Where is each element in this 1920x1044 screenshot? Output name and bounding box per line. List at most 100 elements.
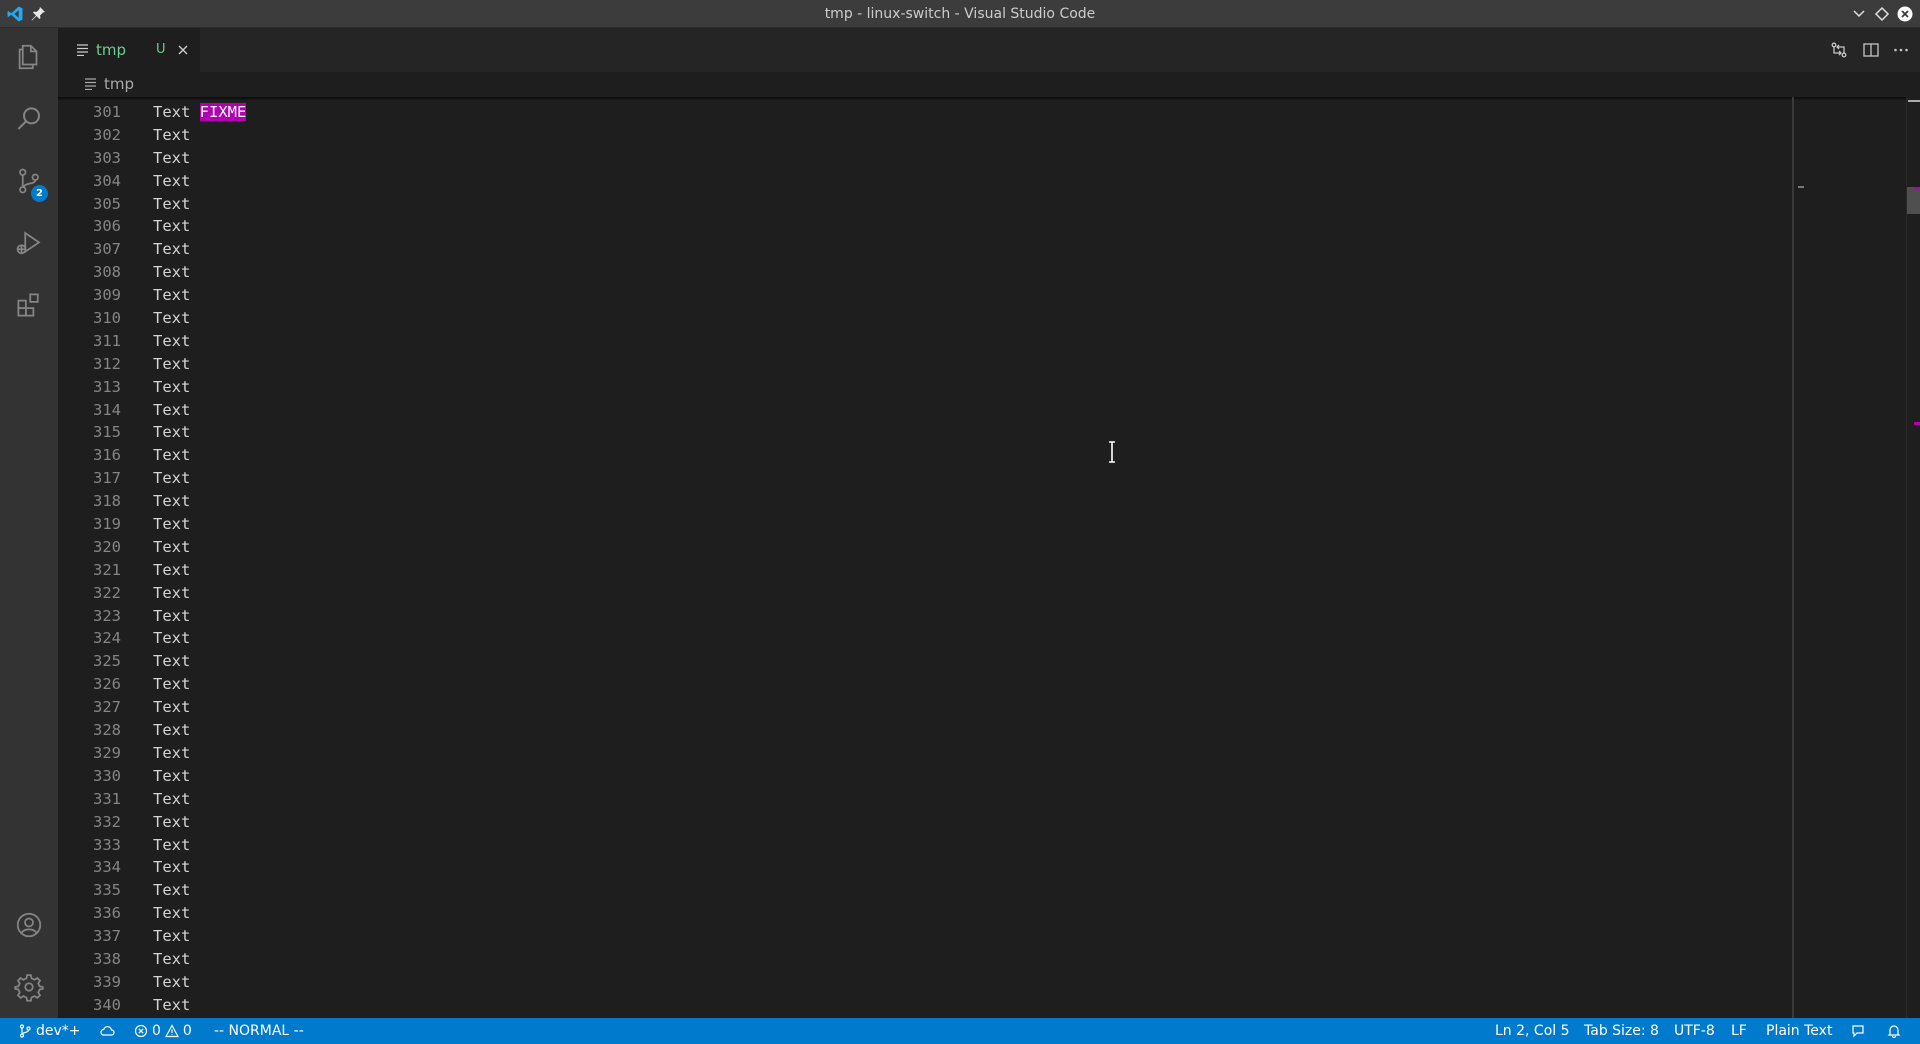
line-text: Text xyxy=(153,194,191,213)
overview-ruler-highlight xyxy=(1914,187,1920,190)
notifications-button[interactable] xyxy=(1887,1018,1901,1044)
explorer-button[interactable] xyxy=(0,28,58,86)
line-content: Text FIXME xyxy=(153,101,247,124)
vertical-scrollbar[interactable] xyxy=(1906,97,1920,1018)
cursor-position-label: Ln 2, Col 5 xyxy=(1495,1023,1570,1039)
line-text: Text xyxy=(153,400,191,419)
tab-tmp[interactable]: tmp U xyxy=(58,28,200,72)
encoding[interactable]: UTF-8 xyxy=(1674,1018,1715,1044)
line-content: Text xyxy=(153,284,190,307)
line-text: Text xyxy=(153,309,191,328)
run-debug-button[interactable] xyxy=(0,214,58,272)
line-content: Text xyxy=(153,513,190,536)
feedback-button[interactable] xyxy=(1851,1018,1865,1044)
line-number: 324 xyxy=(93,629,121,648)
status-bar: dev*+ 0 0 -- NORMAL -- Ln 2, Col 5 Tab S… xyxy=(0,1018,1920,1044)
line-content: Text xyxy=(153,811,190,834)
line-text: Text xyxy=(153,904,191,923)
line-number: 333 xyxy=(93,835,121,854)
close-window-icon[interactable] xyxy=(1897,6,1913,22)
line-content: Text xyxy=(153,605,190,628)
branch-indicator[interactable]: dev*+ xyxy=(18,1018,81,1044)
scrollbar-thumb[interactable] xyxy=(1907,187,1920,214)
accounts-button[interactable] xyxy=(0,896,58,954)
line-text: Text xyxy=(153,721,191,740)
problems-indicator[interactable]: 0 0 xyxy=(134,1018,192,1044)
line-text: Text xyxy=(153,560,191,579)
bell-icon xyxy=(1887,1025,1901,1038)
line-number: 318 xyxy=(93,492,121,511)
line-content: Text xyxy=(153,994,190,1017)
end-of-line[interactable]: LF xyxy=(1731,1018,1747,1044)
line-text: Text xyxy=(153,423,191,442)
line-number: 317 xyxy=(93,469,121,488)
line-text: Text xyxy=(153,812,191,831)
line-content: Text xyxy=(153,307,190,330)
line-content: Text xyxy=(153,490,190,513)
line-text: Text xyxy=(153,354,191,373)
line-number: 316 xyxy=(93,446,121,465)
line-number: 312 xyxy=(93,354,121,373)
line-text: Text xyxy=(153,835,191,854)
line-number: 302 xyxy=(93,125,121,144)
language-mode[interactable]: Plain Text xyxy=(1766,1018,1832,1044)
split-editor-icon[interactable] xyxy=(1862,41,1880,59)
line-content: Text xyxy=(153,788,190,811)
line-content: Text xyxy=(153,536,190,559)
line-text: Text xyxy=(153,995,191,1014)
git-branch-icon xyxy=(19,1024,31,1038)
sync-button[interactable] xyxy=(99,1018,115,1044)
line-content: Text xyxy=(153,124,190,147)
cursor-position[interactable]: Ln 2, Col 5 xyxy=(1495,1018,1570,1044)
line-content: Text xyxy=(153,742,190,765)
minimize-icon[interactable] xyxy=(1851,6,1867,22)
line-text: Text xyxy=(153,789,191,808)
breadcrumb-file[interactable]: tmp xyxy=(104,75,134,93)
language-label: Plain Text xyxy=(1766,1023,1833,1039)
close-tab-icon[interactable] xyxy=(175,42,191,58)
editor-top-shadow xyxy=(58,97,1920,101)
line-number: 303 xyxy=(93,148,121,167)
line-text: Text xyxy=(153,286,191,305)
overview-ruler-top-marker xyxy=(1908,100,1920,102)
line-text: Text xyxy=(153,240,191,259)
line-content: Text xyxy=(153,170,190,193)
line-content: Text xyxy=(153,925,190,948)
editor-area[interactable]: 301 Text FIXME 302 Text 303 Text 304 Text 305 Tex… xyxy=(58,97,1920,1018)
line-number: 325 xyxy=(93,652,121,671)
branch-name: dev*+ xyxy=(36,1023,81,1039)
overview-ruler-highlight xyxy=(1914,422,1920,425)
cloud-sync-icon xyxy=(100,1026,115,1036)
extensions-button[interactable] xyxy=(0,276,58,334)
line-number: 327 xyxy=(93,698,121,717)
line-text: Text xyxy=(153,446,191,465)
plain-text-file-icon xyxy=(77,44,88,56)
maximize-icon[interactable] xyxy=(1874,6,1890,22)
line-number: 338 xyxy=(93,949,121,968)
line-text: Text xyxy=(153,537,191,556)
line-content: Text xyxy=(153,261,190,284)
line-content: Text xyxy=(153,330,190,353)
line-text: Text xyxy=(153,125,191,144)
search-button[interactable] xyxy=(0,90,58,148)
line-content: Text xyxy=(153,582,190,605)
line-number: 331 xyxy=(93,789,121,808)
more-actions-icon[interactable] xyxy=(1892,41,1910,59)
tab-size[interactable]: Tab Size: 8 xyxy=(1584,1018,1659,1044)
source-control-button[interactable]: 2 xyxy=(0,152,58,210)
line-number: 306 xyxy=(93,217,121,236)
line-text: Text xyxy=(153,103,191,121)
eol-label: LF xyxy=(1731,1023,1747,1039)
breadcrumb: tmp xyxy=(58,72,1920,97)
line-number: 314 xyxy=(93,400,121,419)
line-text: Text xyxy=(153,171,191,190)
manage-button[interactable] xyxy=(0,958,58,1016)
line-text: Text xyxy=(153,698,191,717)
run-debug-icon xyxy=(16,231,41,255)
gear-icon xyxy=(14,974,44,1002)
open-changes-icon[interactable] xyxy=(1830,41,1848,59)
line-content: Text xyxy=(153,879,190,902)
minimap-divider xyxy=(1792,97,1794,1018)
line-number: 337 xyxy=(93,927,121,946)
line-number: 334 xyxy=(93,858,121,877)
